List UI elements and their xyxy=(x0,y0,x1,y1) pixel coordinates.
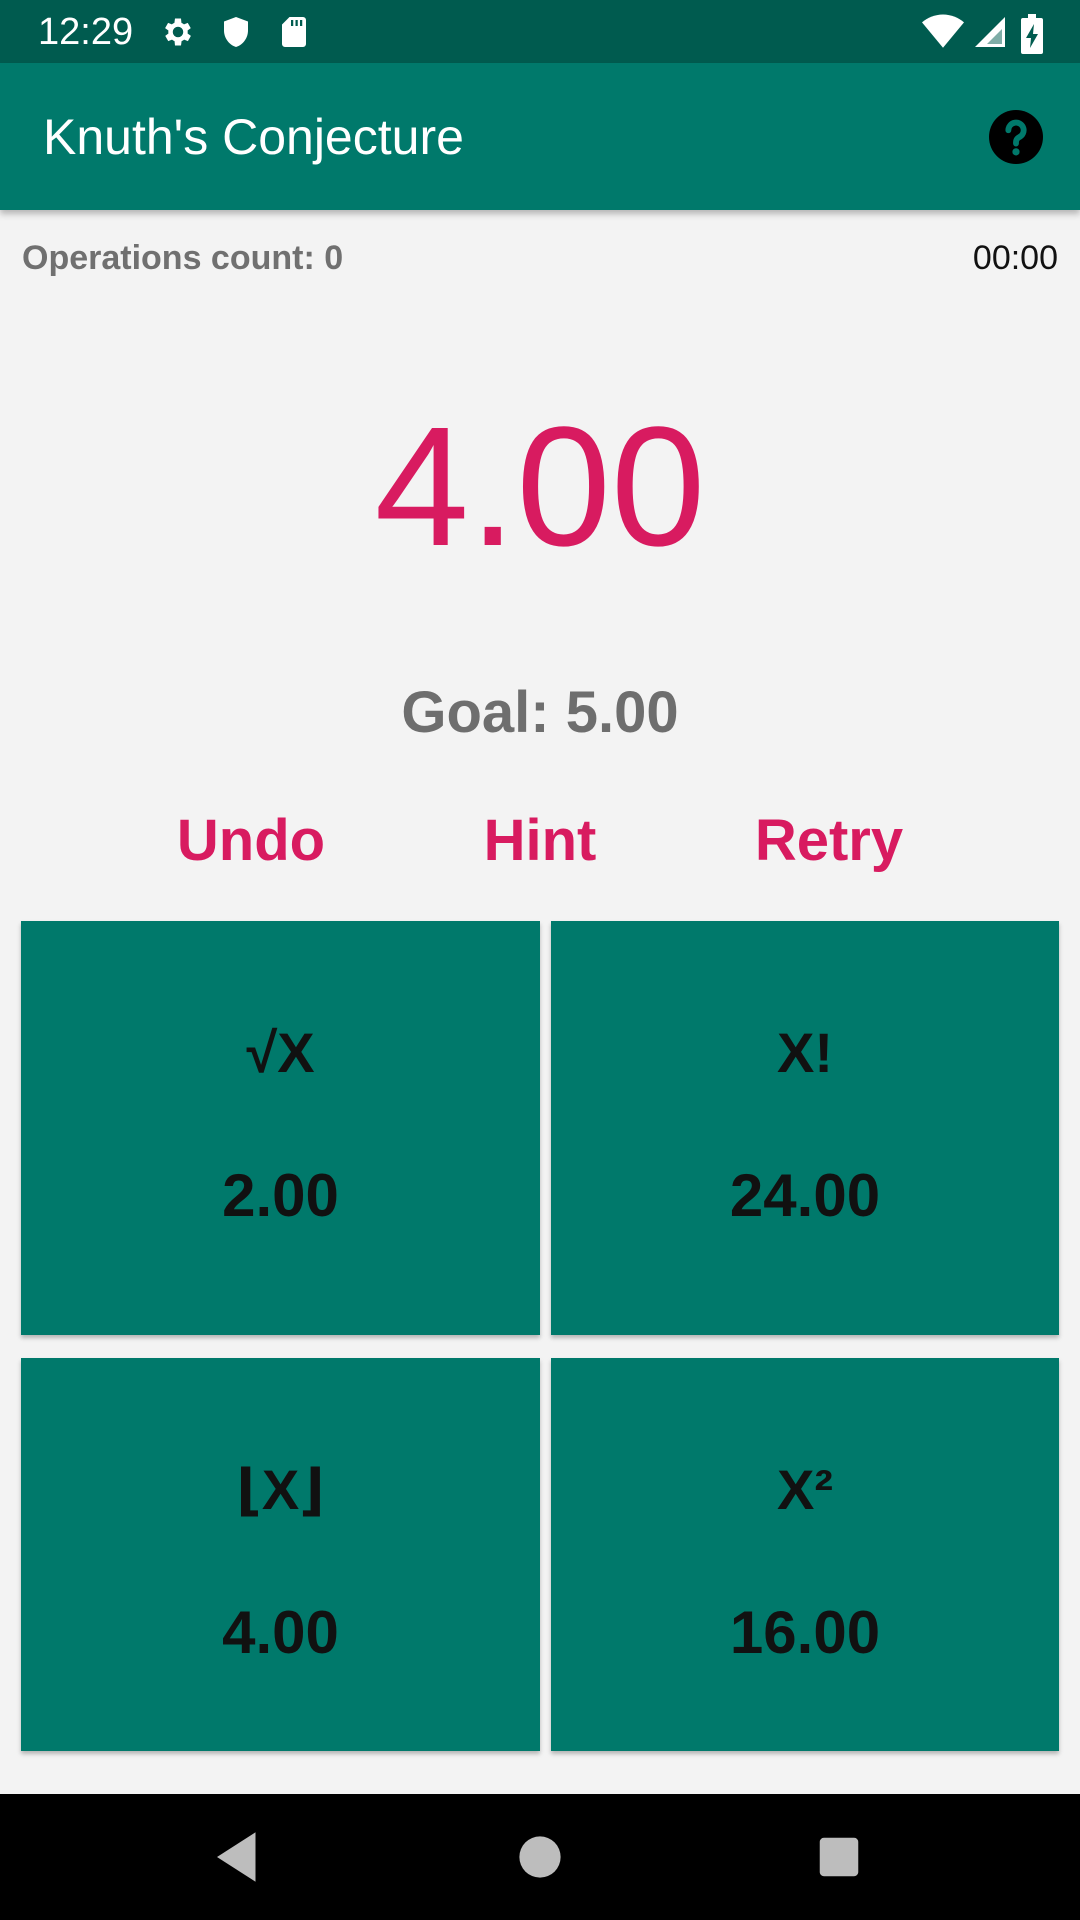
recents-button[interactable] xyxy=(806,1824,872,1890)
undo-button[interactable]: Undo xyxy=(131,806,371,876)
back-icon xyxy=(217,1832,256,1882)
operation-result: 2.00 xyxy=(222,1162,339,1229)
operation-result: 4.00 xyxy=(222,1599,339,1666)
operation-result: 16.00 xyxy=(729,1599,881,1666)
battery-charging-icon xyxy=(1020,14,1044,54)
help-button[interactable] xyxy=(989,110,1043,164)
screen: 12:29 Knuth's Conjecture Operations coun… xyxy=(0,0,1080,1920)
square-operation-button[interactable]: X² 16.00 xyxy=(551,1358,1059,1751)
question-circle-icon xyxy=(989,110,1043,164)
operation-symbol: √X xyxy=(246,1021,315,1084)
timer: 00:00 xyxy=(972,239,1058,277)
sd-card-icon xyxy=(276,14,312,50)
shield-icon xyxy=(218,14,254,50)
operation-symbol: X! xyxy=(777,1021,833,1084)
status-time: 12:29 xyxy=(38,11,134,53)
operations-count: Operations count: 0 xyxy=(22,239,344,277)
app-title: Knuth's Conjecture xyxy=(43,109,464,165)
operation-symbol: ⌊X⌋ xyxy=(236,1458,325,1521)
operation-symbol: X² xyxy=(777,1458,833,1521)
recents-icon xyxy=(819,1837,859,1877)
status-bar: 12:29 xyxy=(0,0,1080,63)
retry-button[interactable]: Retry xyxy=(709,806,949,876)
back-button[interactable] xyxy=(206,1824,272,1890)
sqrt-operation-button[interactable]: √X 2.00 xyxy=(21,921,540,1335)
app-bar: Knuth's Conjecture xyxy=(0,63,1080,210)
navigation-bar xyxy=(0,1794,1080,1920)
factorial-operation-button[interactable]: X! 24.00 xyxy=(551,921,1059,1335)
home-icon xyxy=(519,1836,561,1878)
operation-result: 24.00 xyxy=(729,1162,881,1229)
floor-operation-button[interactable]: ⌊X⌋ 4.00 xyxy=(21,1358,540,1751)
wifi-icon xyxy=(922,14,964,50)
goal-label: Goal: 5.00 xyxy=(401,680,679,745)
gear-icon xyxy=(160,14,196,50)
current-value: 4.00 xyxy=(374,392,706,582)
home-button[interactable] xyxy=(507,1824,573,1890)
hint-button[interactable]: Hint xyxy=(420,806,660,876)
cell-signal-icon xyxy=(972,14,1008,50)
